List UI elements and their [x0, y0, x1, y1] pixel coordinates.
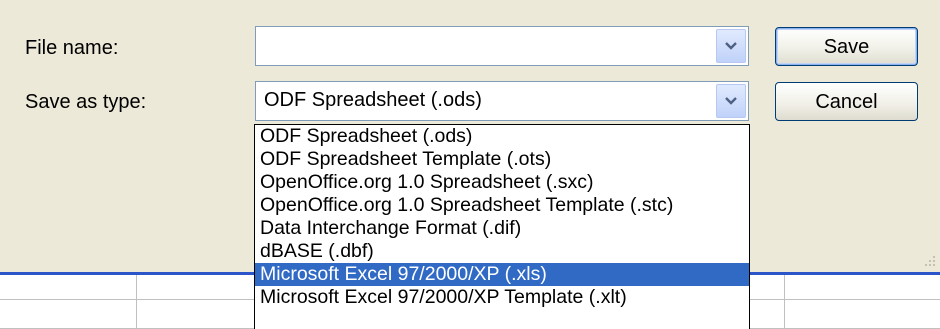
chevron-down-icon [725, 42, 737, 50]
dropdown-option[interactable]: OpenOffice.org 1.0 Spreadsheet (.sxc) [255, 171, 749, 194]
dropdown-option[interactable]: OpenOffice.org 1.0 Spreadsheet Template … [255, 194, 749, 217]
grid-column-line [784, 275, 785, 329]
resize-grip-icon[interactable] [922, 254, 936, 268]
save-as-type-value: ODF Spreadsheet (.ods) [264, 89, 482, 111]
file-name-label: File name: [25, 37, 119, 59]
dropdown-option[interactable]: ODF Spreadsheet Template (.ots) [255, 148, 749, 171]
dropdown-option[interactable]: ODF Spreadsheet (.ods) [255, 125, 749, 148]
cancel-button[interactable]: Cancel [775, 82, 918, 121]
grid-column-line [136, 275, 137, 329]
dropdown-option[interactable]: dBASE (.dbf) [255, 240, 749, 263]
save-as-type-dropdown-list[interactable]: ODF Spreadsheet (.ods) ODF Spreadsheet T… [254, 124, 750, 329]
dropdown-option-selected[interactable]: Microsoft Excel 97/2000/XP (.xls) [255, 263, 749, 286]
save-as-type-dropdown-button[interactable] [716, 84, 746, 118]
dropdown-option[interactable]: Microsoft Excel 97/2000/XP Template (.xl… [255, 286, 749, 309]
save-button[interactable]: Save [775, 27, 918, 66]
dropdown-option[interactable]: Data Interchange Format (.dif) [255, 217, 749, 240]
save-as-type-label: Save as type: [25, 91, 147, 113]
chevron-down-icon [725, 97, 737, 105]
file-name-combobox[interactable] [255, 26, 749, 66]
save-as-type-combobox[interactable]: ODF Spreadsheet (.ods) [255, 81, 749, 121]
file-name-dropdown-button[interactable] [716, 29, 746, 63]
